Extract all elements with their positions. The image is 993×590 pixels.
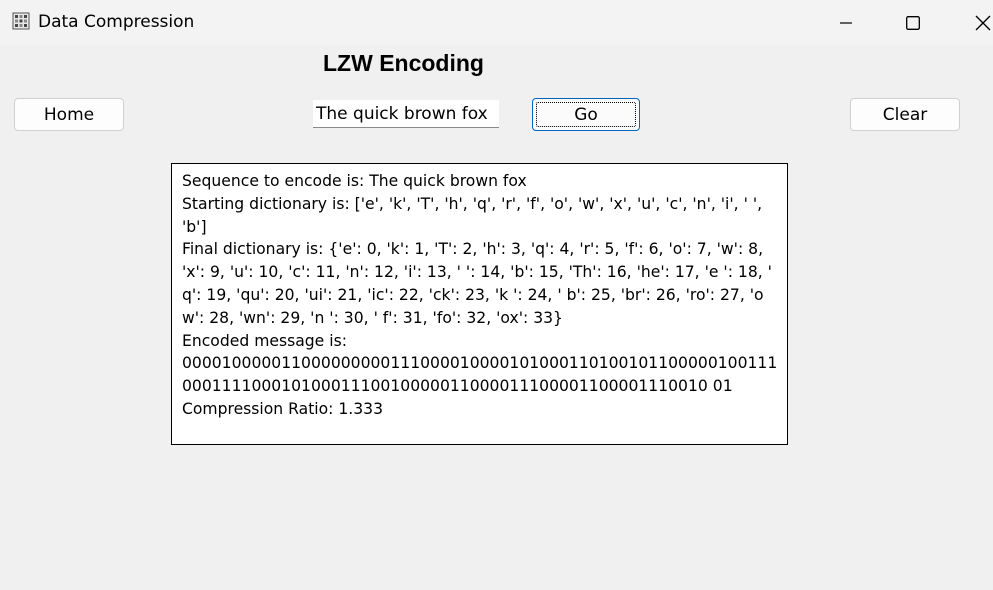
output-panel: Sequence to encode is: The quick brown f…: [171, 163, 788, 445]
maximize-button[interactable]: [890, 0, 936, 45]
encoded-message-label: Encoded message is:: [182, 331, 347, 350]
minimize-icon: [840, 21, 852, 24]
sequence-text: Sequence to encode is: The quick brown f…: [182, 172, 527, 190]
maximize-icon: [906, 15, 920, 30]
page-title: LZW Encoding: [323, 50, 484, 76]
app-icon: [12, 12, 30, 30]
sequence-input[interactable]: [313, 100, 499, 128]
minimize-button[interactable]: [823, 0, 869, 45]
title-bar[interactable]: Data Compression: [0, 0, 993, 45]
clear-button-label: Clear: [882, 104, 928, 125]
close-icon: [975, 15, 991, 30]
starting-dictionary-text: Starting dictionary is: ['e', 'k', 'T', …: [182, 194, 768, 236]
focus-rectangle: [536, 102, 636, 127]
app-window: Data Compression LZW Encoding Home Go Cl…: [0, 0, 993, 590]
final-dictionary-text: Final dictionary is: {'e': 0, 'k': 1, 'T…: [182, 240, 777, 327]
clear-button[interactable]: Clear: [850, 98, 960, 131]
compression-ratio-text: Compression Ratio: 1.333: [182, 399, 384, 418]
close-button[interactable]: [960, 0, 993, 45]
encoded-message-text: 0000100000110000000001110000100001010001…: [182, 354, 778, 396]
home-button[interactable]: Home: [14, 98, 124, 131]
home-button-label: Home: [43, 104, 95, 125]
window-title: Data Compression: [38, 12, 195, 32]
go-button[interactable]: Go: [532, 98, 640, 131]
